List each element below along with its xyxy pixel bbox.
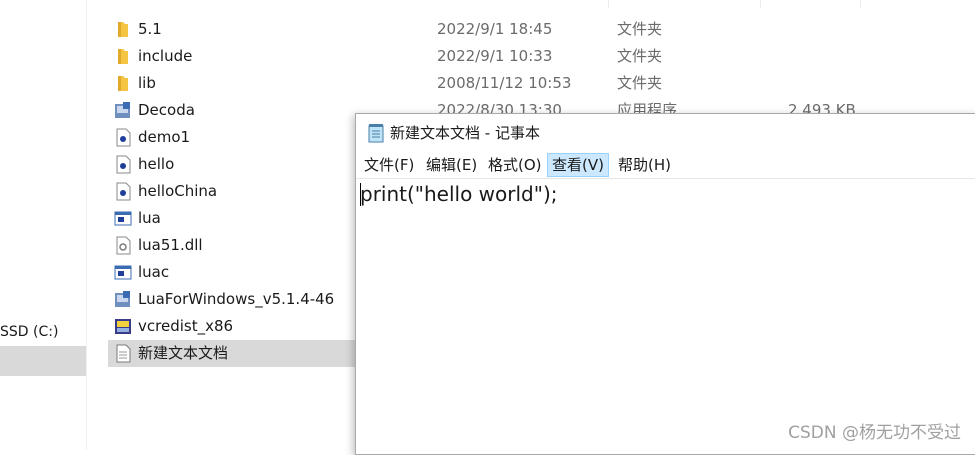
file-name: hello [138, 155, 175, 173]
installer-icon [114, 290, 132, 309]
text-file-icon [114, 344, 132, 363]
csdn-watermark: CSDN @杨无功不受过 [788, 423, 961, 443]
column-divider [860, 0, 861, 8]
file-name: Decoda [138, 101, 195, 119]
file-row-lib[interactable]: lib 2008/11/12 10:53 文件夹 [108, 70, 868, 97]
notepad-title: 新建文本文档 - 记事本 [390, 124, 540, 142]
file-name: 5.1 [138, 20, 162, 38]
file-name: helloChina [138, 182, 218, 200]
file-row-new-text-document[interactable]: 新建文本文档 [108, 340, 358, 367]
file-name: demo1 [138, 128, 191, 146]
file-name: include [138, 47, 193, 65]
notepad-titlebar[interactable]: 新建文本文档 - 记事本 [356, 114, 975, 152]
folder-icon [114, 47, 132, 66]
lua-file-icon [114, 155, 132, 174]
menu-format[interactable]: 格式(O) [484, 154, 546, 176]
file-name: 新建文本文档 [138, 344, 229, 362]
menu-view[interactable]: 查看(V) [547, 153, 609, 177]
installer-icon [114, 101, 132, 120]
file-row-5-1[interactable]: 5.1 2022/9/1 18:45 文件夹 [108, 16, 868, 43]
file-name: lib [138, 74, 156, 92]
nav-item-ssd-drive[interactable]: SSD (C:) [0, 320, 86, 344]
console-app-icon [114, 263, 132, 282]
file-name: vcredist_x86 [138, 317, 234, 335]
setup-icon [114, 317, 132, 336]
dll-file-icon [114, 236, 132, 255]
notepad-menubar: 文件(F) 编辑(E) 格式(O) 查看(V) 帮助(H) [356, 152, 975, 178]
file-name: LuaForWindows_v5.1.4-46 [138, 290, 335, 308]
lua-file-icon [114, 128, 132, 147]
file-date: 2008/11/12 10:53 [437, 74, 572, 92]
notepad-content: print("hello world"); [360, 182, 558, 206]
nav-item-selected[interactable] [0, 346, 86, 376]
column-divider [608, 0, 609, 8]
file-type: 文件夹 [617, 47, 663, 65]
file-name: lua51.dll [138, 236, 203, 254]
file-row-include[interactable]: include 2022/9/1 10:33 文件夹 [108, 43, 868, 70]
menu-file[interactable]: 文件(F) [360, 154, 418, 176]
lua-file-icon [114, 182, 132, 201]
console-app-icon [114, 209, 132, 228]
file-name: luac [138, 263, 170, 281]
menu-help[interactable]: 帮助(H) [614, 154, 675, 176]
column-divider [760, 0, 761, 8]
folder-icon [114, 74, 132, 93]
file-type: 文件夹 [617, 74, 663, 92]
file-date: 2022/9/1 18:45 [437, 20, 553, 38]
folder-icon [114, 20, 132, 39]
text-caret [360, 183, 361, 206]
notepad-icon [368, 123, 384, 143]
file-date: 2022/9/1 10:33 [437, 47, 553, 65]
menu-edit[interactable]: 编辑(E) [422, 154, 481, 176]
notepad-window[interactable]: 新建文本文档 - 记事本 文件(F) 编辑(E) 格式(O) 查看(V) 帮助(… [355, 113, 975, 455]
file-type: 文件夹 [617, 20, 663, 38]
notepad-text-area[interactable]: print("hello world"); [356, 178, 975, 455]
file-name: lua [138, 209, 161, 227]
navigation-pane: SSD (C:) [0, 0, 87, 450]
